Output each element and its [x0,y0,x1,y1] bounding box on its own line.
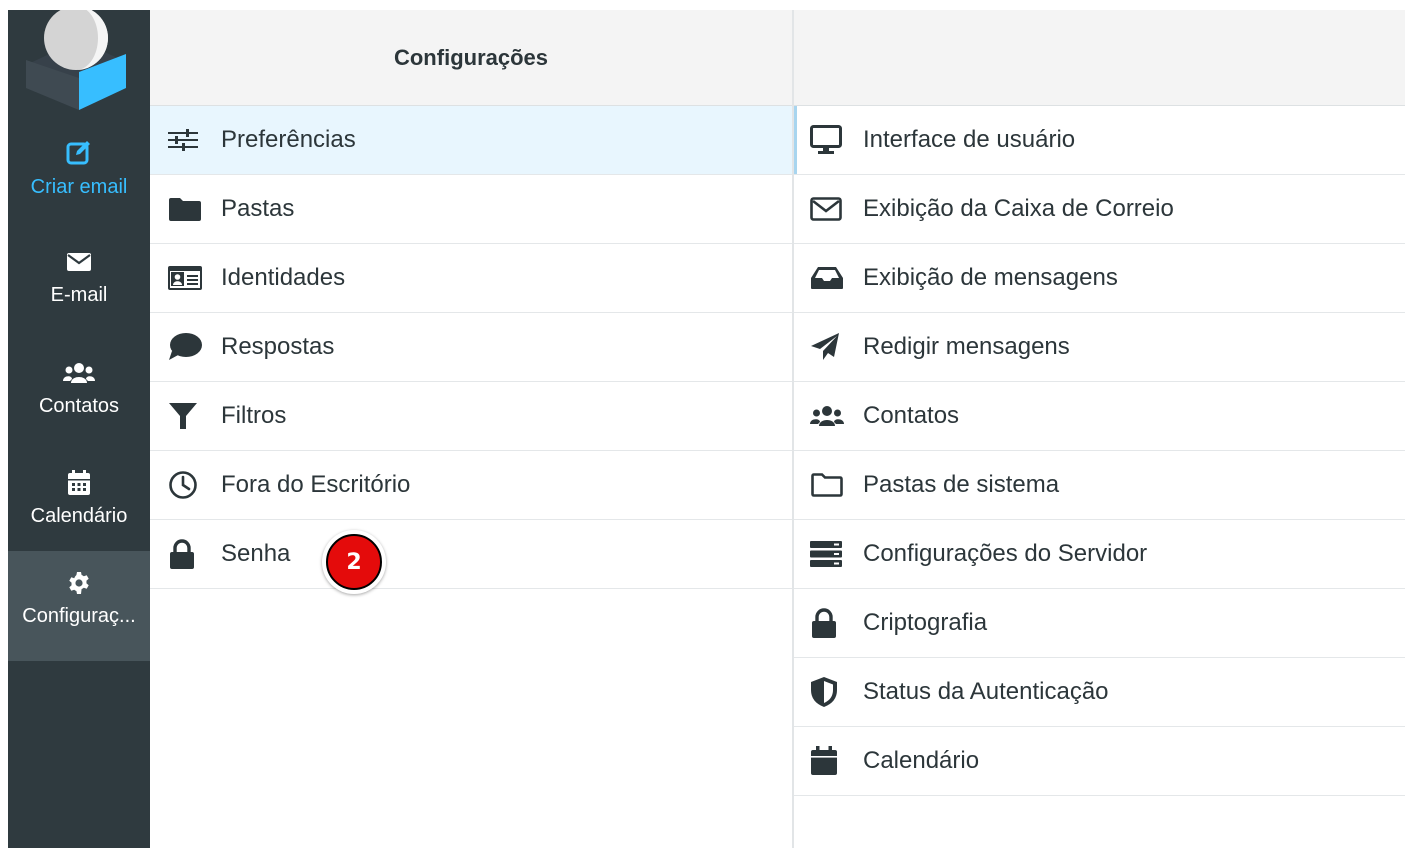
pref-message-view[interactable]: Exibição de mensagens [794,244,1405,313]
sliders-icon [168,126,204,154]
nav-calendar-label: Calendário [30,505,128,527]
clock-icon [168,471,204,499]
pref-compose-messages[interactable]: Redigir mensagens [794,313,1405,382]
paper-plane-icon [810,333,846,361]
nav-mail-label: E-mail [50,284,108,306]
pref-encryption[interactable]: Criptografia [794,589,1405,658]
compose-icon [8,138,150,166]
preferences-panel: Interface de usuário Exibição da Caixa d… [794,10,1405,848]
pref-contacts[interactable]: Contatos [794,382,1405,451]
pref-label: Criptografia [863,609,988,636]
monitor-icon [810,125,846,154]
pref-calendar[interactable]: Calendário [794,727,1405,796]
section-label: Fora do Escritório [221,471,411,498]
settings-sections-list: Preferências Pastas Identidades Resposta… [150,106,792,594]
section-label: Senha [221,540,291,567]
pref-server-settings[interactable]: Configurações do Servidor [794,520,1405,589]
step-number: 2 [326,534,382,590]
pref-label: Calendário [863,747,980,774]
section-label: Identidades [221,264,346,291]
preferences-list: Interface de usuário Exibição da Caixa d… [794,106,1405,796]
pref-label: Pastas de sistema [863,471,1060,498]
settings-sections-panel: Configurações Preferências Pastas Identi… [150,10,792,848]
pref-authentication-status[interactable]: Status da Autenticação [794,658,1405,727]
section-label: Respostas [221,333,335,360]
section-preferences[interactable]: Preferências [150,106,792,175]
nav-settings-label: Configuraç... [22,605,136,627]
top-strip [0,0,1405,10]
app-logo[interactable] [8,6,150,110]
section-filters[interactable]: Filtros [150,382,792,451]
gear-icon [8,569,150,597]
pref-label: Redigir mensagens [863,333,1070,360]
folder-outline-icon [810,471,846,499]
pref-mailbox-view[interactable]: Exibição da Caixa de Correio [794,175,1405,244]
pref-system-folders[interactable]: Pastas de sistema [794,451,1405,520]
nav-mail[interactable]: E-mail [8,230,150,340]
calendar-icon [810,746,846,775]
lock-icon [168,539,204,569]
pref-label: Contatos [863,402,960,429]
lock-icon [810,608,846,638]
main-navigation: Criar email E-mail Contatos Calendário C… [8,6,150,848]
section-responses[interactable]: Respostas [150,313,792,382]
nav-compose[interactable]: Criar email [8,120,150,230]
users-icon [810,402,846,430]
server-icon [810,540,846,568]
pref-label: Exibição da Caixa de Correio [863,195,1174,222]
speech-bubble-icon [168,333,204,361]
calendar-icon [8,469,150,497]
nav-compose-label: Criar email [30,176,128,198]
nav-settings[interactable]: Configuraç... [8,551,150,661]
id-card-icon [168,264,204,292]
section-password[interactable]: Senha 2 [150,520,792,594]
section-label: Pastas [221,195,295,222]
envelope-outline-icon [810,195,846,223]
section-identities[interactable]: Identidades [150,244,792,313]
settings-panel-header: Configurações [150,10,792,106]
nav-contacts[interactable]: Contatos [8,341,150,451]
pref-label: Interface de usuário [863,126,1076,153]
envelope-icon [8,248,150,276]
users-icon [8,359,150,387]
nav-contacts-label: Contatos [38,395,120,417]
step-number-badge: 2 [322,530,386,594]
section-out-of-office[interactable]: Fora do Escritório [150,451,792,520]
filter-icon [168,402,204,430]
pref-label: Configurações do Servidor [863,540,1148,567]
page-title: Configurações [393,44,549,70]
inbox-icon [810,264,846,292]
pref-label: Status da Autenticação [863,678,1109,705]
section-label: Preferências [221,126,356,153]
folder-icon [168,195,204,223]
preferences-panel-header [794,10,1405,106]
pref-user-interface[interactable]: Interface de usuário [794,106,1405,175]
nav-calendar[interactable]: Calendário [8,451,150,561]
section-label: Filtros [221,402,287,429]
shield-icon [810,677,846,707]
section-folders[interactable]: Pastas [150,175,792,244]
pref-label: Exibição de mensagens [863,264,1118,291]
